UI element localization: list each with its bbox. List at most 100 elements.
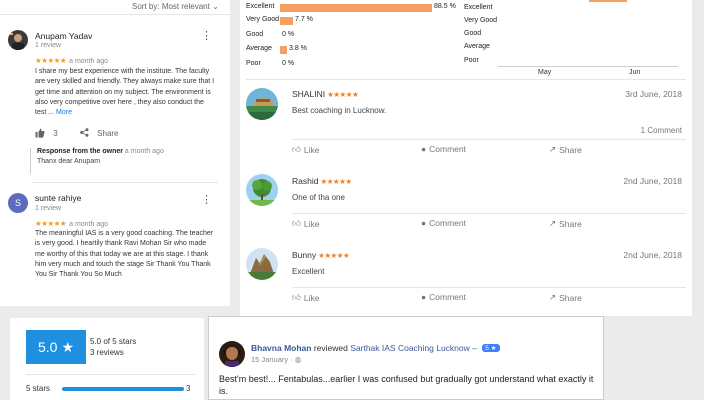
share-button[interactable]: Share [97,129,118,138]
star-icon: ★ [61,338,75,355]
like-button[interactable]: 👍︎ Like [292,144,319,155]
like-button[interactable]: 👍︎ Like [292,292,319,303]
chart-label: Excellent [464,4,493,11]
reviewer-name[interactable]: Anupam Yadav [35,31,92,41]
reviewer-meta: 1 review [35,42,62,49]
rating-bar [280,46,287,54]
share-icon[interactable] [80,128,89,139]
rating-label: Good [246,31,264,38]
rating-stars: ★★★★★ [327,90,359,99]
stars-text: ★★★★★ [35,56,67,65]
rating-stars: ★★★★★ a month ago [35,56,108,65]
month-label: May [538,69,552,76]
star-row-count: 3 [186,384,191,393]
more-vert-icon[interactable]: ⋮ [201,31,212,42]
comments-count[interactable]: 1 Comment [641,126,682,135]
comment-button[interactable]: ● Comment [421,218,466,228]
reviewer-name-text: SHALINI [292,89,326,99]
response-title: Response from the owner [37,148,123,155]
comment-label: Comment [429,218,466,228]
thumbs-up-icon: 👍︎ [292,144,301,154]
chart-label: Poor [464,57,479,64]
reviewer-avatar[interactable] [246,88,278,120]
month-label: Jun [629,69,641,76]
star-row-bar [62,387,184,391]
review-item: SHALINI ★★★★★ 3rd June, 2018 Best coachin… [240,86,692,160]
chart-label: Very Good [464,17,498,24]
chart-axis [498,66,678,67]
response-time: a month ago [124,148,164,155]
score-line: 5.0 of 5 stars [90,337,137,346]
comment-button[interactable]: ● Comment [421,292,466,302]
reviewer-name-text: Rashid [292,176,319,186]
review-item: Rashid ★★★★★ 2nd June, 2018 One of tha on… [240,160,692,234]
page-link[interactable]: Sarthak IAS Coaching Lucknow – [350,343,477,353]
rating-percent: 7.7 % [295,16,313,23]
share-button[interactable]: ↗ Share [549,144,582,155]
avatar[interactable] [219,341,245,367]
sort-dropdown[interactable]: Sort by: Most relevant ⌄ [132,2,219,11]
share-label: Share [559,218,582,229]
google-reviews-panel: Sort by: Most relevant ⌄ Anupam Yadav 1 … [0,0,230,306]
rating-stars: ★★★★★ a month ago [35,219,108,228]
response-header: Response from the owner a month ago [37,148,210,155]
rating-percent: 0 % [282,31,295,38]
review-body: Excellent [292,267,325,276]
avatar[interactable] [8,30,28,50]
review-body: Best coaching in Lucknow. [292,106,387,115]
share-label: Share [559,292,582,303]
avatar[interactable]: S [8,193,28,213]
comment-icon: ● [421,218,427,228]
thumbs-up-icon[interactable] [35,128,45,140]
share-icon: ↗ [549,292,557,302]
comment-icon: ● [421,292,427,302]
star-row-label[interactable]: 5 stars [26,384,50,393]
rating-percent: 3.8 % [289,45,307,52]
review-date: 15 January · ◍ [251,355,301,364]
page-root: Sort by: Most relevant ⌄ Anupam Yadav 1 … [0,0,704,400]
divider [0,14,230,15]
divider [292,287,686,288]
review-body: Best'm best!... Fentabulas...earlier I w… [219,374,594,396]
divider [32,182,218,183]
review-time: a month ago [69,221,109,228]
review-date: 3rd June, 2018 [625,89,682,99]
reviewer-name[interactable]: Bhavna Mohan [251,343,311,353]
reviewer-avatar[interactable] [246,174,278,206]
review-time: a month ago [69,58,109,65]
rating-bar [280,17,293,25]
share-button[interactable]: ↗ Share [549,292,582,303]
rating-badge: 5 ★ [482,344,500,352]
comment-button[interactable]: ● Comment [421,144,466,154]
more-vert-icon[interactable]: ⋮ [201,195,212,206]
reviewer-name[interactable]: SHALINI ★★★★★ [292,89,359,99]
share-button[interactable]: ↗ Share [549,218,582,229]
score-badge: 5.0 ★ [26,330,86,364]
reviewer-name[interactable]: Rashid ★★★★★ [292,176,352,186]
review-body: One of tha one [292,193,345,202]
avatar-initial: S [14,198,21,208]
reviewer-avatar[interactable] [246,248,278,280]
chart-label: Average [464,43,490,50]
review-date-text: 15 January · [251,355,295,364]
score-text: 5.0 of 5 stars 3 reviews [90,336,136,358]
stars-text: ★★★★★ [35,219,67,228]
share-label: Share [559,144,582,155]
reviewer-name[interactable]: Bunny ★★★★★ [292,250,350,260]
review-action: reviewed [313,343,348,353]
thumbs-up-icon: 👍︎ [292,218,301,228]
share-icon: ↗ [549,218,557,228]
like-button[interactable]: 👍︎ Like [292,218,319,229]
owner-response: Response from the owner a month ago Than… [30,148,210,174]
like-label: Like [303,144,320,155]
divider [292,213,686,214]
response-text: Thanx dear Anupam [37,158,101,165]
more-link[interactable]: More [56,109,72,116]
rating-stars: ★★★★★ [318,251,350,260]
reviewer-name[interactable]: sunte rahiye [35,193,81,203]
review-item: Bunny ★★★★★ 2nd June, 2018 Excellent 👍︎ Li… [240,234,692,308]
monthly-ratings-chart: Excellent Very Good Good Average Poor Ma… [464,0,688,84]
sort-value: Most relevant [161,2,210,11]
review-date: 2nd June, 2018 [623,250,682,260]
review-header: Bhavna Mohan reviewed Sarthak IAS Coachi… [251,343,500,353]
